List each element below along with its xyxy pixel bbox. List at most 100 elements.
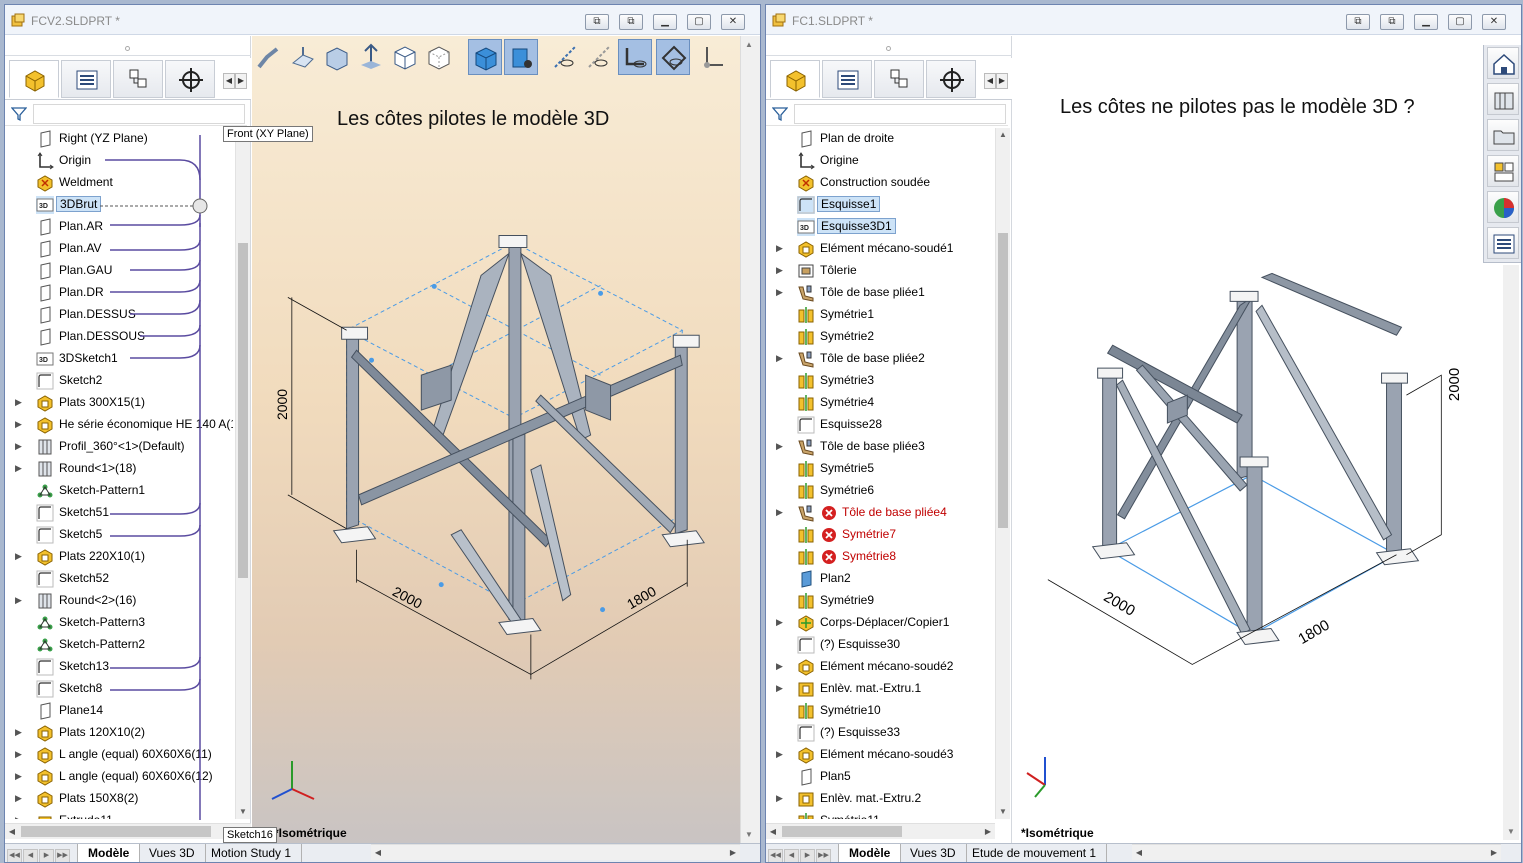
hscroll-thumb[interactable] <box>782 826 902 837</box>
tree-item[interactable]: Construction soudée <box>766 172 994 194</box>
tab-nav-arrows[interactable]: ◀◀ ◀ ▶ ▶▶ <box>7 846 75 862</box>
tile-button[interactable]: ⧉ <box>619 14 643 30</box>
tile-button[interactable]: ⧉ <box>1380 14 1404 30</box>
expand-arrow-icon[interactable]: ▶ <box>15 463 25 475</box>
scroll-left-icon[interactable]: ◀ <box>766 824 780 839</box>
chevron-right-icon[interactable]: ▶ <box>996 73 1008 89</box>
chevron-right-icon[interactable]: ▶ <box>235 73 247 89</box>
tab-dimxpert[interactable] <box>165 60 215 98</box>
scroll-down-icon[interactable]: ▼ <box>236 805 250 819</box>
scroll-right-icon[interactable]: ▶ <box>981 824 995 839</box>
expand-arrow-icon[interactable]: ▶ <box>776 683 786 695</box>
tab-property-manager[interactable] <box>822 60 872 98</box>
filter-input[interactable] <box>794 104 1006 124</box>
expand-arrow-icon[interactable]: ▶ <box>776 265 786 277</box>
expand-arrow-icon[interactable]: ▶ <box>776 353 786 365</box>
splitter-handle[interactable] <box>886 46 891 51</box>
viewport-scrollbar[interactable]: ▲ ▼ <box>740 36 760 843</box>
expand-arrow-icon[interactable]: ▶ <box>776 507 786 519</box>
expand-arrow-icon[interactable]: ▶ <box>776 441 786 453</box>
weldment-frame-model-right[interactable]: 2000 1800 2000 <box>1013 36 1521 843</box>
tree-item[interactable]: Symétrie1 <box>766 304 994 326</box>
splitter-handle[interactable] <box>125 46 130 51</box>
expand-arrow-icon[interactable]: ▶ <box>15 419 25 431</box>
dimension-height[interactable]: 2000 <box>1446 368 1463 401</box>
graphics-area[interactable]: Les côtes pilotes le modèle 3D 2000 2000… <box>252 36 740 843</box>
tree-item[interactable]: ▶ Elément mécano-soudé1 <box>766 238 994 260</box>
expand-arrow-icon[interactable]: ▶ <box>776 243 786 255</box>
expand-arrow-icon[interactable]: ▶ <box>15 815 25 819</box>
view-palette-button[interactable] <box>1487 155 1519 187</box>
chevron-left-icon[interactable]: ◀ <box>984 73 996 89</box>
tree-item[interactable]: (?) Esquisse30 <box>766 634 994 656</box>
tab-configuration-manager[interactable] <box>113 60 163 98</box>
scroll-down-icon[interactable]: ▼ <box>1507 827 1515 836</box>
tab-nav-arrows[interactable]: ◀◀ ◀ ▶ ▶▶ <box>768 846 836 862</box>
design-library-button[interactable] <box>1487 83 1519 115</box>
tree-item[interactable]: Origine <box>766 150 994 172</box>
tab-dimxpert[interactable] <box>926 60 976 98</box>
tab-motion-study[interactable]: Motion Study 1 <box>201 844 303 862</box>
expand-arrow-icon[interactable]: ▶ <box>776 617 786 629</box>
dimension-height[interactable]: 2000 <box>274 389 290 420</box>
tab-scroll-arrows[interactable]: ◀ ▶ <box>223 72 249 89</box>
tab-3d-views[interactable]: Vues 3D <box>900 844 967 862</box>
weldment-frame-model-left[interactable]: 2000 2000 1800 <box>252 36 740 843</box>
expand-arrow-icon[interactable]: ▶ <box>15 793 25 805</box>
tree-item[interactable]: Symétrie4 <box>766 392 994 414</box>
tab-model[interactable]: Modèle <box>838 844 902 862</box>
tree-item[interactable]: Symétrie8 <box>766 546 994 568</box>
filter-input[interactable] <box>33 104 245 124</box>
panel-splitter[interactable] <box>5 36 251 56</box>
expand-arrow-icon[interactable]: ▶ <box>776 661 786 673</box>
tree-item[interactable]: ▶ Corps-Déplacer/Copier1 <box>766 612 994 634</box>
tree-item[interactable]: Esquisse28 <box>766 414 994 436</box>
solidworks-resources-button[interactable] <box>1487 47 1519 79</box>
expand-arrow-icon[interactable]: ▶ <box>15 441 25 453</box>
tab-property-manager[interactable] <box>61 60 111 98</box>
expand-arrow-icon[interactable]: ▶ <box>776 749 786 761</box>
appearances-button[interactable] <box>1487 191 1519 223</box>
tree-item[interactable]: ▶ Tôle de base pliée1 <box>766 282 994 304</box>
close-button[interactable]: ✕ <box>1482 14 1506 30</box>
expand-arrow-icon[interactable]: ▶ <box>776 287 786 299</box>
tree-item[interactable]: Symétrie5 <box>766 458 994 480</box>
viewport-scrollbar[interactable]: ▼ <box>1503 265 1519 840</box>
tree-item[interactable]: Plan2 <box>766 568 994 590</box>
maximize-button[interactable]: ▢ <box>687 14 711 30</box>
minimize-button[interactable]: ▁ <box>653 14 677 30</box>
tree-item[interactable]: Plan5 <box>766 766 994 788</box>
maximize-button[interactable]: ▢ <box>1448 14 1472 30</box>
scroll-left-icon[interactable]: ◀ <box>5 824 19 839</box>
expand-arrow-icon[interactable]: ▶ <box>15 749 25 761</box>
tree-item[interactable]: ▶ Tôle de base pliée2 <box>766 348 994 370</box>
title-bar[interactable]: FCV2.SLDPRT * ⧉ ⧉ ▁ ▢ ✕ <box>5 5 760 35</box>
tree-item[interactable]: Symétrie11 <box>766 810 994 819</box>
tree-item[interactable]: Symétrie10 <box>766 700 994 722</box>
scroll-down-icon[interactable]: ▼ <box>745 830 753 839</box>
tree-scrollbar[interactable]: ▲ ▼ <box>235 128 250 819</box>
tree-hscrollbar[interactable]: ◀ <box>5 823 251 839</box>
scroll-thumb[interactable] <box>238 243 248 578</box>
dimension-depth[interactable]: 1800 <box>1295 617 1332 648</box>
expand-arrow-icon[interactable]: ▶ <box>15 595 25 607</box>
expand-arrow-icon[interactable]: ▶ <box>15 727 25 739</box>
tree-item[interactable]: Symétrie9 <box>766 590 994 612</box>
custom-properties-button[interactable] <box>1487 227 1519 259</box>
filter-icon[interactable] <box>11 106 27 122</box>
tree-item[interactable]: ▶ Tôle de base pliée3 <box>766 436 994 458</box>
tab-motion-study[interactable]: Etude de mouvement 1 <box>962 844 1108 862</box>
bottom-hscrollbar[interactable]: ◀ ▶ <box>1132 844 1501 860</box>
scroll-left-icon[interactable]: ◀ <box>1132 845 1146 860</box>
tab-feature-manager[interactable] <box>9 60 59 98</box>
scroll-left-icon[interactable]: ◀ <box>371 845 385 860</box>
title-bar[interactable]: FC1.SLDPRT * ⧉ ⧉ ▁ ▢ ✕ <box>766 5 1521 35</box>
close-button[interactable]: ✕ <box>721 14 745 30</box>
scroll-right-icon[interactable]: ▶ <box>1487 845 1501 860</box>
tree-item[interactable]: Symétrie3 <box>766 370 994 392</box>
tree-item[interactable]: ▶ Enlèv. mat.-Extru.1 <box>766 678 994 700</box>
hscroll-thumb[interactable] <box>21 826 211 837</box>
scroll-up-icon[interactable]: ▲ <box>745 40 753 49</box>
file-explorer-button[interactable] <box>1487 119 1519 151</box>
tab-feature-manager[interactable] <box>770 60 820 98</box>
